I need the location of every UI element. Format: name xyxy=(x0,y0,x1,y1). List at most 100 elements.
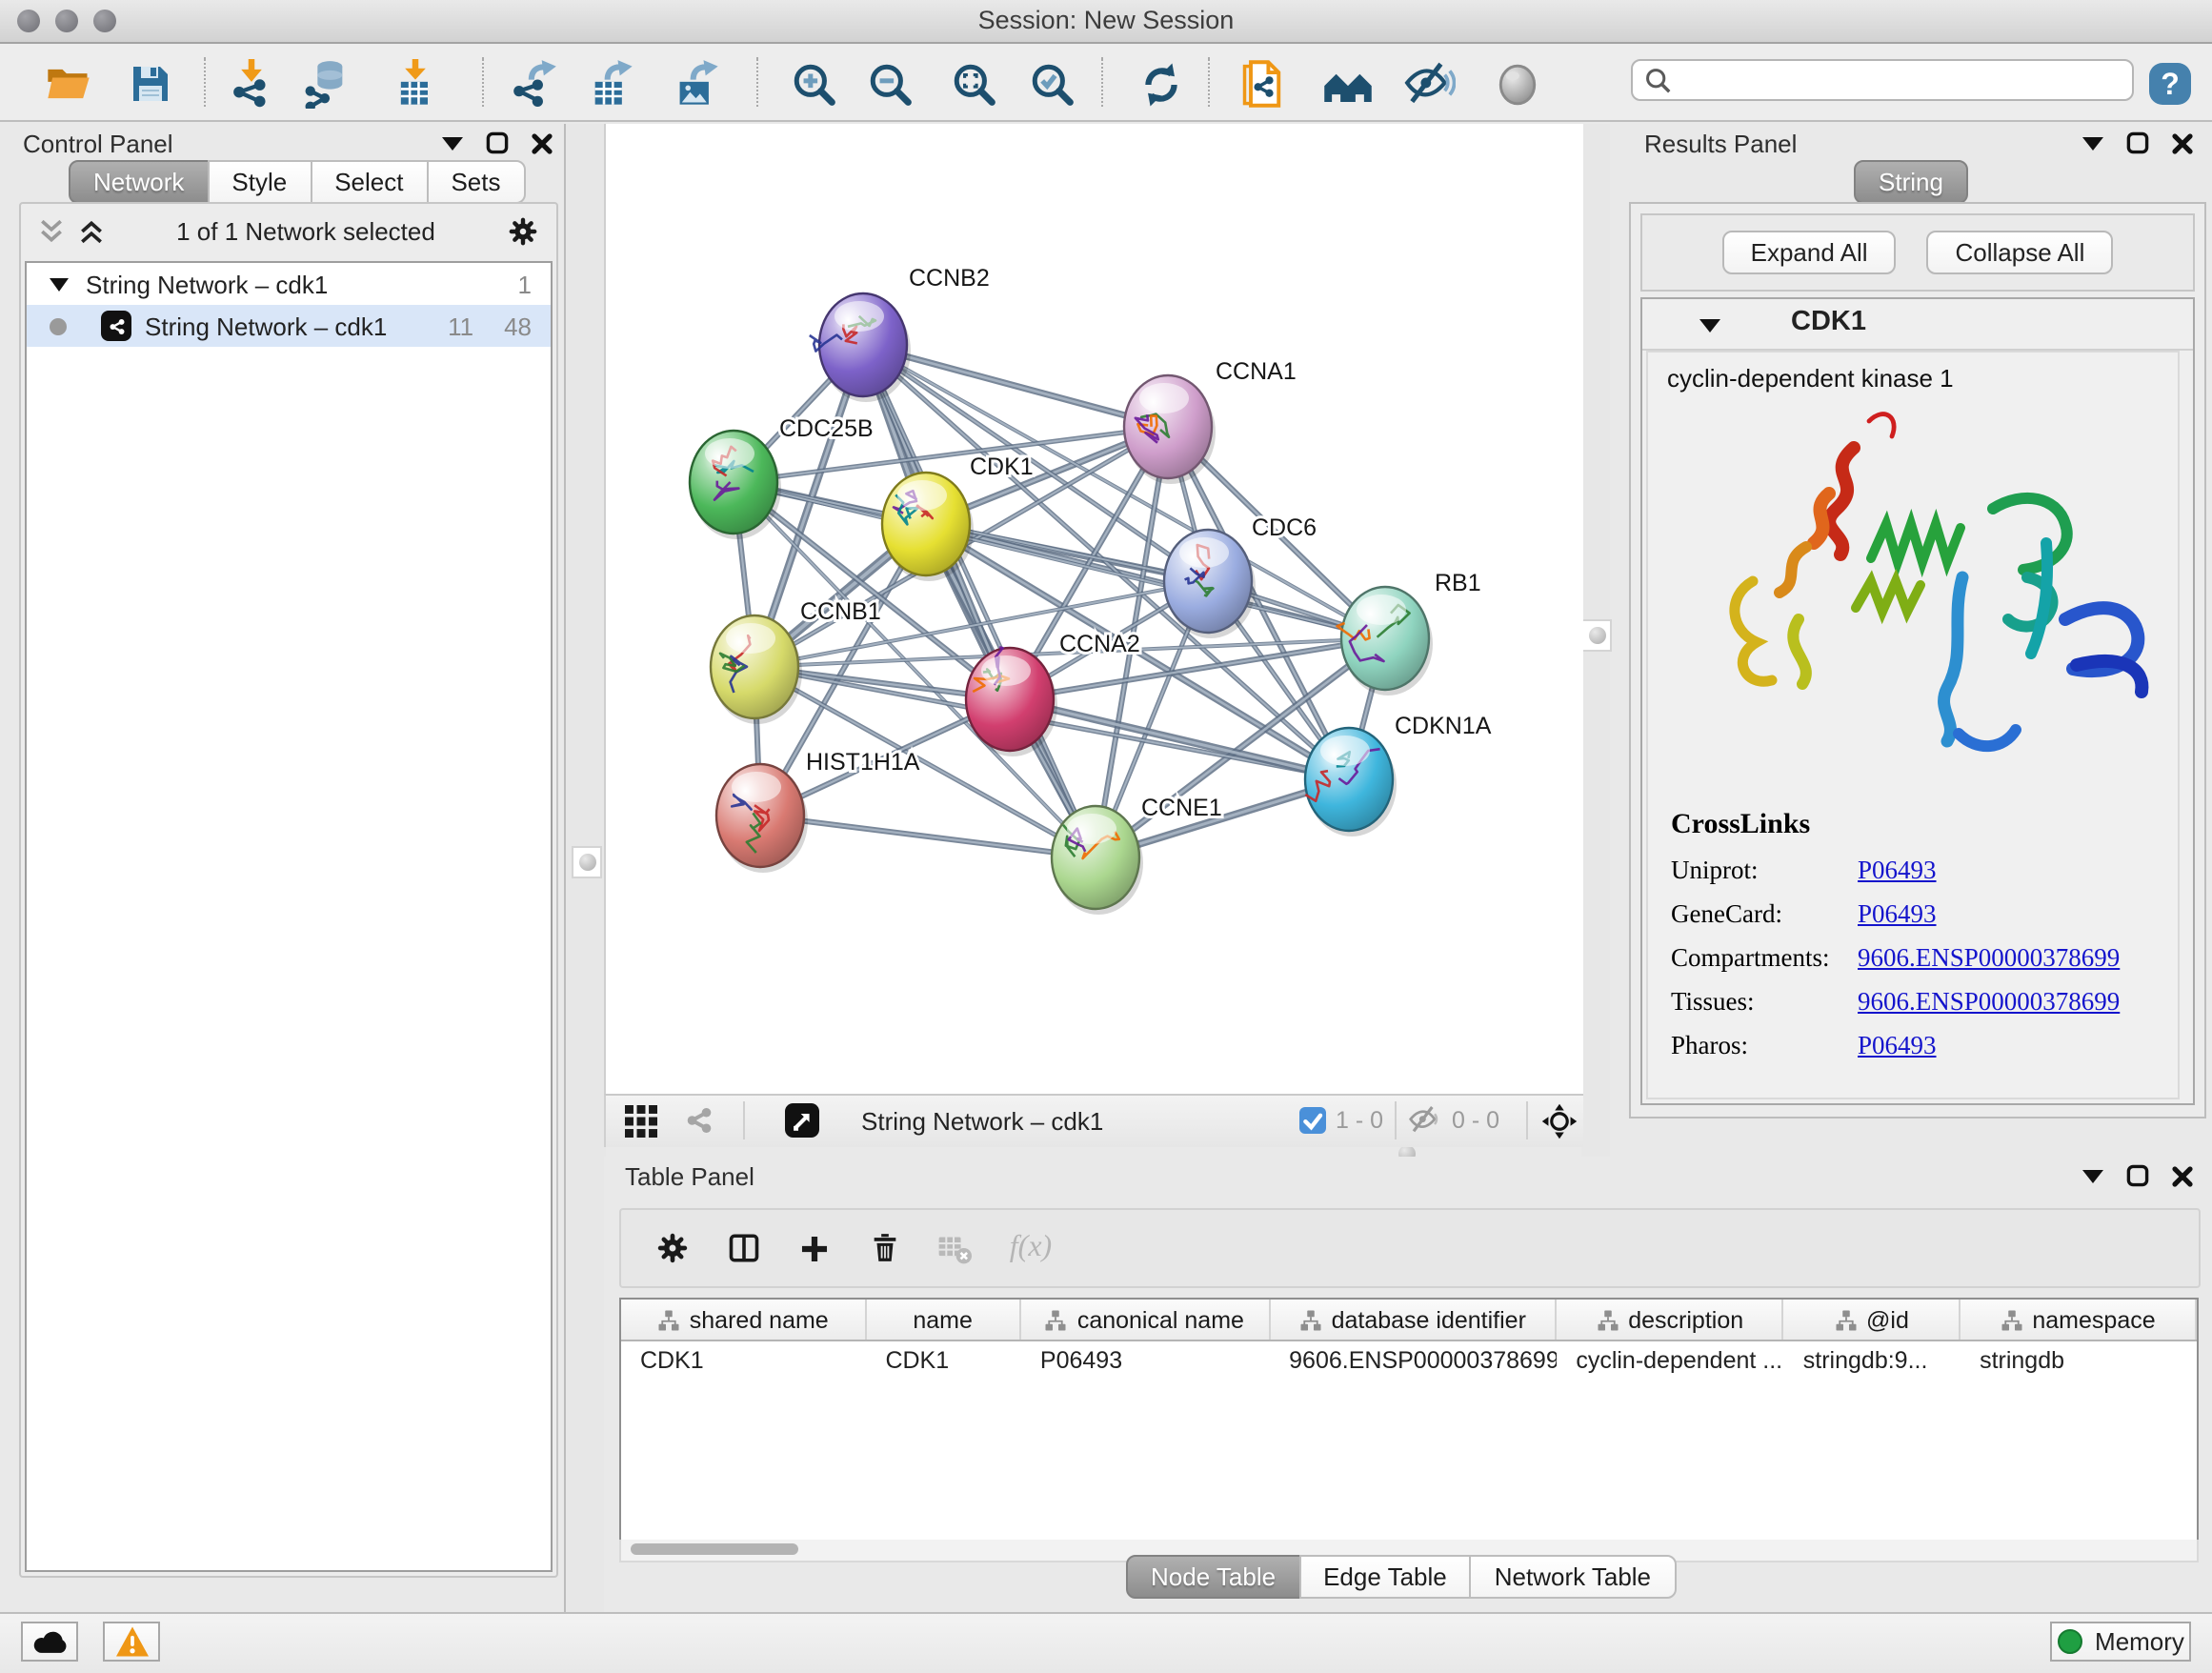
crosslink-row-uniprot: Uniprot:P06493 xyxy=(1671,856,2120,886)
crosslink-value-link[interactable]: P06493 xyxy=(1858,856,1937,886)
column-header-id[interactable]: @id xyxy=(1784,1300,1961,1340)
network-node-hist1h1a[interactable]: HIST1H1A xyxy=(716,749,920,873)
zoom-out-button[interactable] xyxy=(859,55,920,112)
grid-view-button[interactable] xyxy=(625,1101,657,1139)
tab-network[interactable]: Network xyxy=(69,160,209,204)
toolbar-divider xyxy=(482,57,484,107)
import-network-file-button[interactable] xyxy=(221,55,282,112)
panel-float-icon[interactable] xyxy=(2126,131,2149,154)
section-collapse-icon[interactable] xyxy=(1699,316,1720,333)
export-network-button[interactable] xyxy=(503,55,564,112)
memory-button[interactable]: Memory xyxy=(2050,1622,2191,1662)
import-table-button[interactable] xyxy=(385,55,446,112)
table-cell[interactable]: 9606.ENSP00000378699 xyxy=(1270,1341,1557,1380)
crosslinks-section: CrossLinks Uniprot:P06493GeneCard:P06493… xyxy=(1671,810,2120,1061)
expand-all-button[interactable]: Expand All xyxy=(1722,231,1897,274)
share-view-button[interactable] xyxy=(682,1101,716,1139)
network-row[interactable]: String Network – cdk1 11 48 xyxy=(27,305,551,347)
panel-collapse-icon[interactable] xyxy=(2082,135,2103,151)
tab-edge-table[interactable]: Edge Table xyxy=(1298,1555,1472,1599)
column-header-canonical-name[interactable]: canonical name xyxy=(1021,1300,1270,1340)
function-builder-button-disabled: f(x) xyxy=(998,1225,1063,1271)
panel-float-icon[interactable] xyxy=(486,131,509,154)
tab-select[interactable]: Select xyxy=(310,160,428,204)
panel-float-icon[interactable] xyxy=(2126,1164,2149,1187)
table-cell[interactable]: cyclin-dependent ... xyxy=(1557,1341,1783,1380)
zoom-selected-icon xyxy=(1028,60,1076,108)
table-row[interactable]: CDK1CDK1P064939606.ENSP00000378699cyclin… xyxy=(621,1341,2197,1380)
tab-node-table[interactable]: Node Table xyxy=(1126,1555,1300,1599)
table-cell[interactable]: CDK1 xyxy=(621,1341,866,1380)
network-graph[interactable]: CCNB2CCNA1CDC25BCDC6RB1CDK1CCNB1CCNA2CDK… xyxy=(606,124,1583,1094)
toolbar-divider xyxy=(756,57,758,107)
document-share-button[interactable] xyxy=(1233,55,1294,112)
network-node-cdc6[interactable]: CDC6 xyxy=(1164,514,1317,638)
gene-section-header[interactable]: CDK1 xyxy=(1642,299,2193,351)
table-options-button[interactable] xyxy=(648,1225,697,1271)
warnings-button[interactable] xyxy=(103,1622,160,1662)
fit-selected-button[interactable] xyxy=(1541,1101,1578,1139)
export-table-button[interactable] xyxy=(581,55,642,112)
right-splitter-handle[interactable] xyxy=(1581,619,1612,652)
network-collection-row[interactable]: String Network – cdk1 1 xyxy=(27,263,551,305)
zoom-fit-button[interactable] xyxy=(943,55,1004,112)
panel-close-icon[interactable] xyxy=(2172,132,2193,153)
network-node-ccne1[interactable]: CCNE1 xyxy=(1052,795,1222,915)
homes-button[interactable] xyxy=(1317,55,1377,112)
table-cell[interactable]: CDK1 xyxy=(866,1341,1020,1380)
column-header-shared-name[interactable]: shared name xyxy=(621,1300,867,1340)
crosslink-value-link[interactable]: P06493 xyxy=(1858,1031,1937,1061)
table-cell[interactable]: stringdb xyxy=(1961,1341,2197,1380)
scrollbar-thumb[interactable] xyxy=(631,1543,798,1555)
cloud-status-button[interactable] xyxy=(21,1622,78,1662)
help-button[interactable]: ? xyxy=(2145,55,2195,112)
birdseye-view-button[interactable] xyxy=(785,1101,819,1139)
panel-collapse-icon[interactable] xyxy=(442,135,463,151)
open-session-button[interactable] xyxy=(38,55,99,112)
crosslink-value-link[interactable]: 9606.ENSP00000378699 xyxy=(1858,943,2120,974)
show-columns-button[interactable] xyxy=(718,1225,768,1271)
tab-sets[interactable]: Sets xyxy=(426,160,525,204)
table-cell[interactable]: stringdb:9... xyxy=(1784,1341,1961,1380)
hidden-elements-indicator[interactable]: 0 - 0 xyxy=(1408,1101,1499,1139)
panel-collapse-icon[interactable] xyxy=(2082,1168,2103,1183)
tree-expander-icon[interactable] xyxy=(50,276,69,292)
panel-close-icon[interactable] xyxy=(2172,1165,2193,1186)
column-header-database-identifier[interactable]: database identifier xyxy=(1270,1300,1557,1340)
column-header-description[interactable]: description xyxy=(1557,1300,1783,1340)
network-node-cdkn1a[interactable]: CDKN1A xyxy=(1305,713,1492,836)
import-network-database-button[interactable] xyxy=(295,55,356,112)
collapse-all-chevron-icon[interactable] xyxy=(38,219,65,244)
column-header-name[interactable]: name xyxy=(867,1300,1021,1340)
show-hidden-button[interactable] xyxy=(1486,55,1547,112)
save-session-button[interactable] xyxy=(120,55,181,112)
import-table-icon xyxy=(391,59,440,109)
crosslink-value-link[interactable]: P06493 xyxy=(1858,899,1937,930)
tab-string[interactable]: String xyxy=(1854,160,1968,204)
node-label: CDC6 xyxy=(1252,514,1317,541)
left-splitter-handle[interactable] xyxy=(572,846,602,878)
network-options-gear-icon[interactable] xyxy=(507,215,539,248)
network-view-canvas[interactable]: CCNB2CCNA1CDC25BCDC6RB1CDK1CCNB1CCNA2CDK… xyxy=(604,124,1583,1094)
refresh-icon xyxy=(1136,60,1184,108)
delete-column-button[interactable] xyxy=(859,1225,909,1271)
search-input[interactable] xyxy=(1682,63,2128,101)
network-node-ccnb2[interactable]: CCNB2 xyxy=(810,265,990,402)
tab-network-table[interactable]: Network Table xyxy=(1470,1555,1676,1599)
zoom-selected-button[interactable] xyxy=(1021,55,1082,112)
export-image-button[interactable] xyxy=(667,55,728,112)
hide-selection-button[interactable] xyxy=(1398,55,1459,112)
crosslink-value-link[interactable]: 9606.ENSP00000378699 xyxy=(1858,987,2120,1018)
zoom-in-button[interactable] xyxy=(783,55,844,112)
create-column-button[interactable] xyxy=(789,1225,838,1271)
network-node-rb1[interactable]: RB1 xyxy=(1337,570,1481,695)
selected-nodes-indicator[interactable]: 1 - 0 xyxy=(1299,1101,1383,1139)
tab-style[interactable]: Style xyxy=(207,160,312,204)
network-edge[interactable] xyxy=(760,816,1096,857)
refresh-button[interactable] xyxy=(1130,55,1191,112)
expand-all-chevron-icon[interactable] xyxy=(78,219,105,244)
table-cell[interactable]: P06493 xyxy=(1021,1341,1270,1380)
column-header-namespace[interactable]: namespace xyxy=(1961,1300,2197,1340)
panel-close-icon[interactable] xyxy=(532,132,553,153)
collapse-all-button[interactable]: Collapse All xyxy=(1927,231,2114,274)
